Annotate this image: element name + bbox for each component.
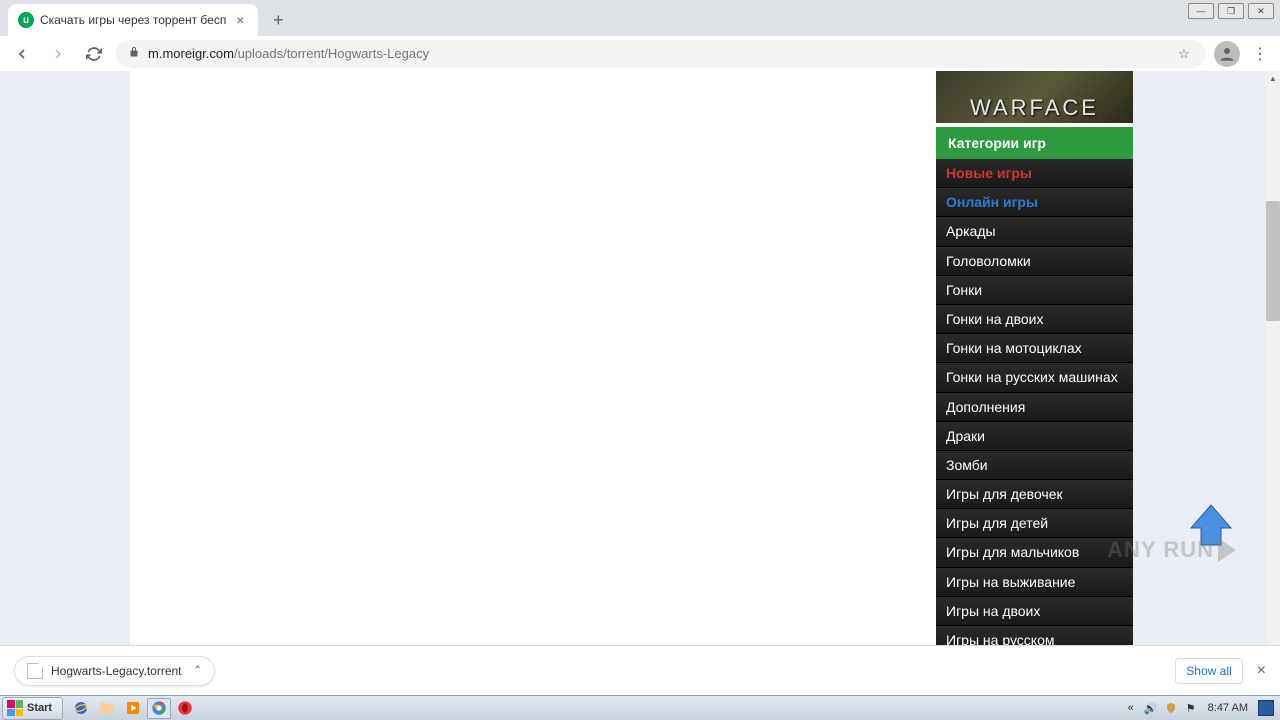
media-player-icon[interactable]	[121, 698, 145, 719]
window-controls: — ❐ ✕	[1188, 3, 1274, 19]
category-item[interactable]: Гонки на мотоциклах	[936, 334, 1133, 363]
chevron-up-icon[interactable]: ⌃	[194, 665, 202, 676]
category-item[interactable]: Аркады	[936, 217, 1133, 246]
chrome-menu-icon[interactable]: ⋮	[1248, 44, 1272, 64]
download-item[interactable]: Hogwarts-Legacy.torrent ⌃	[14, 656, 215, 686]
maximize-button[interactable]: ❐	[1218, 3, 1244, 19]
bookmark-star-icon[interactable]: ☆	[1174, 46, 1194, 62]
show-all-downloads-button[interactable]: Show all	[1175, 658, 1242, 684]
url-text: m.moreigr.com/uploads/torrent/Hogwarts-L…	[148, 46, 429, 61]
back-to-top-button[interactable]	[1186, 500, 1236, 550]
taskbar: Start « 🔊 ⚑ 8:47 AM	[0, 695, 1280, 720]
windows-logo-icon	[7, 700, 23, 716]
tray-expand-icon[interactable]: «	[1124, 701, 1138, 715]
category-item[interactable]: Игры на выживание	[936, 568, 1133, 597]
download-filename: Hogwarts-Legacy.torrent	[51, 664, 182, 678]
back-button[interactable]	[8, 40, 36, 68]
start-button[interactable]: Start	[2, 697, 63, 720]
lock-icon	[128, 46, 140, 61]
sidebar: WARFACE Категории игр Новые игрыОнлайн и…	[936, 71, 1133, 645]
chrome-taskbar-icon[interactable]	[147, 698, 171, 719]
category-item[interactable]: Игры для мальчиков	[936, 538, 1133, 567]
start-label: Start	[27, 702, 52, 714]
system-tray: « 🔊 ⚑ 8:47 AM	[1118, 700, 1280, 716]
tab-title: Скачать игры через торрент бесп	[40, 13, 226, 27]
quick-launch	[69, 698, 197, 719]
category-item[interactable]: Гонки	[936, 276, 1133, 305]
sidebar-banner[interactable]: WARFACE	[936, 71, 1133, 123]
profile-avatar-icon[interactable]	[1214, 41, 1240, 67]
category-item[interactable]: Гонки на русских машинах	[936, 363, 1133, 392]
category-item[interactable]: Игры для детей	[936, 509, 1133, 538]
browser-toolbar: m.moreigr.com/uploads/torrent/Hogwarts-L…	[0, 36, 1280, 71]
tab-strip: u Скачать игры через торрент бесп × + — …	[0, 0, 1280, 36]
download-bar: Hogwarts-Legacy.torrent ⌃ Show all ×	[0, 645, 1280, 695]
opera-icon[interactable]	[173, 698, 197, 719]
close-window-button[interactable]: ✕	[1248, 3, 1274, 19]
scrollbar[interactable]: ▲	[1266, 71, 1280, 645]
category-item[interactable]: Игры на русском	[936, 626, 1133, 645]
category-item[interactable]: Онлайн игры	[936, 188, 1133, 217]
explorer-icon[interactable]	[95, 698, 119, 719]
category-item[interactable]: Гонки на двоих	[936, 305, 1133, 334]
categories-header: Категории игр	[936, 127, 1133, 159]
close-tab-icon[interactable]: ×	[232, 12, 248, 28]
scroll-up-icon[interactable]: ▲	[1266, 71, 1280, 85]
category-item[interactable]: Зомби	[936, 451, 1133, 480]
category-item[interactable]: Драки	[936, 422, 1133, 451]
file-icon	[27, 663, 43, 679]
show-desktop-icon[interactable]	[1258, 700, 1274, 716]
browser-chrome: u Скачать игры через торрент бесп × + — …	[0, 0, 1280, 71]
reload-button[interactable]	[80, 40, 108, 68]
category-item[interactable]: Новые игры	[936, 159, 1133, 188]
flag-icon[interactable]: ⚑	[1184, 701, 1198, 715]
category-item[interactable]: Игры для девочек	[936, 480, 1133, 509]
content-viewport: WARFACE Категории игр Новые игрыОнлайн и…	[0, 71, 1266, 645]
page-body: WARFACE Категории игр Новые игрыОнлайн и…	[130, 71, 1133, 645]
ie-icon[interactable]	[69, 698, 93, 719]
clock[interactable]: 8:47 AM	[1208, 702, 1248, 714]
scrollbar-thumb[interactable]	[1266, 201, 1280, 321]
close-download-bar-icon[interactable]: ×	[1257, 662, 1266, 680]
volume-icon[interactable]: 🔊	[1144, 701, 1158, 715]
forward-button[interactable]	[44, 40, 72, 68]
minimize-button[interactable]: —	[1188, 3, 1214, 19]
categories-list: Новые игрыОнлайн игрыАркадыГоловоломкиГо…	[936, 159, 1133, 645]
address-bar[interactable]: m.moreigr.com/uploads/torrent/Hogwarts-L…	[116, 40, 1206, 68]
shield-icon[interactable]	[1164, 701, 1178, 715]
new-tab-button[interactable]: +	[264, 6, 292, 34]
tab-favicon-icon: u	[18, 12, 34, 28]
category-item[interactable]: Головоломки	[936, 247, 1133, 276]
category-item[interactable]: Игры на двоих	[936, 597, 1133, 626]
browser-tab[interactable]: u Скачать игры через торрент бесп ×	[8, 4, 258, 36]
category-item[interactable]: Дополнения	[936, 393, 1133, 422]
